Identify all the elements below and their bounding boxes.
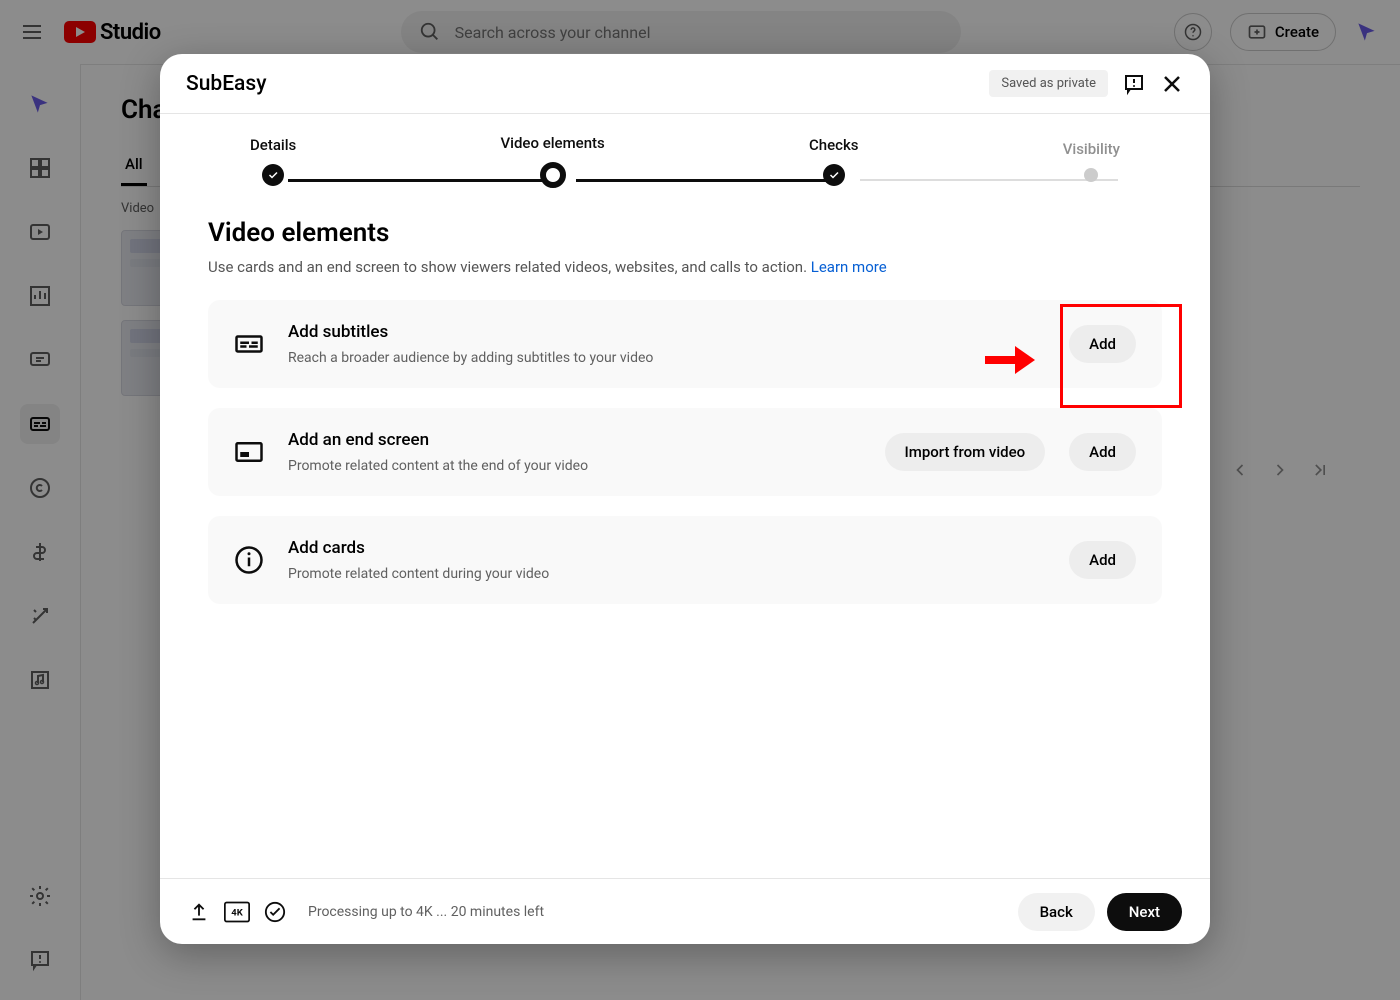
step-label: Checks xyxy=(809,136,859,154)
save-status: Saved as private xyxy=(989,70,1108,97)
card-desc: Promote related content during your vide… xyxy=(288,566,1045,582)
step-label: Details xyxy=(250,136,296,154)
upload-icon xyxy=(188,901,210,923)
card-subtitles: Add subtitles Reach a broader audience b… xyxy=(208,300,1162,388)
check-circle-icon xyxy=(264,901,286,923)
check-icon xyxy=(262,164,284,186)
modal-body: Video elements Use cards and an end scre… xyxy=(160,196,1210,878)
card-title: Add cards xyxy=(288,538,1045,558)
add-endscreen-button[interactable]: Add xyxy=(1069,433,1136,471)
stepper: Details Video elements Checks Visibility xyxy=(160,126,1210,196)
subtitles-icon xyxy=(234,329,264,359)
step-checks[interactable]: Checks xyxy=(809,136,859,186)
card-title: Add an end screen xyxy=(288,430,861,450)
upload-modal: SubEasy Saved as private Details Video e… xyxy=(160,54,1210,944)
section-title: Video elements xyxy=(208,218,1162,248)
back-button[interactable]: Back xyxy=(1018,893,1095,931)
check-icon xyxy=(823,164,845,186)
card-desc: Reach a broader audience by adding subti… xyxy=(288,350,1045,366)
card-cards: Add cards Promote related content during… xyxy=(208,516,1162,604)
4k-icon: 4K xyxy=(224,901,250,923)
step-label: Video elements xyxy=(500,134,604,152)
add-subtitles-button[interactable]: Add xyxy=(1069,325,1136,363)
step-details[interactable]: Details xyxy=(250,136,296,186)
feedback-icon[interactable] xyxy=(1122,72,1146,96)
current-step-icon xyxy=(540,162,566,188)
modal-header: SubEasy Saved as private xyxy=(160,54,1210,114)
card-desc: Promote related content at the end of yo… xyxy=(288,458,861,474)
learn-more-link[interactable]: Learn more xyxy=(811,258,887,276)
card-endscreen: Add an end screen Promote related conten… xyxy=(208,408,1162,496)
import-from-video-button[interactable]: Import from video xyxy=(885,433,1046,471)
processing-status: Processing up to 4K ... 20 minutes left xyxy=(308,904,544,920)
step-video-elements[interactable]: Video elements xyxy=(500,134,604,188)
endscreen-icon xyxy=(234,437,264,467)
modal-title: SubEasy xyxy=(186,72,266,96)
pending-step-icon xyxy=(1084,168,1098,182)
close-icon[interactable] xyxy=(1160,72,1184,96)
add-cards-button[interactable]: Add xyxy=(1069,541,1136,579)
section-desc-text: Use cards and an end screen to show view… xyxy=(208,258,811,276)
modal-footer: 4K Processing up to 4K ... 20 minutes le… xyxy=(160,878,1210,944)
card-title: Add subtitles xyxy=(288,322,1045,342)
section-description: Use cards and an end screen to show view… xyxy=(208,258,1162,276)
step-visibility[interactable]: Visibility xyxy=(1063,140,1120,182)
step-label: Visibility xyxy=(1063,140,1120,158)
info-icon xyxy=(234,545,264,575)
next-button[interactable]: Next xyxy=(1107,893,1182,931)
svg-text:4K: 4K xyxy=(231,907,243,918)
step-connector xyxy=(576,179,834,182)
